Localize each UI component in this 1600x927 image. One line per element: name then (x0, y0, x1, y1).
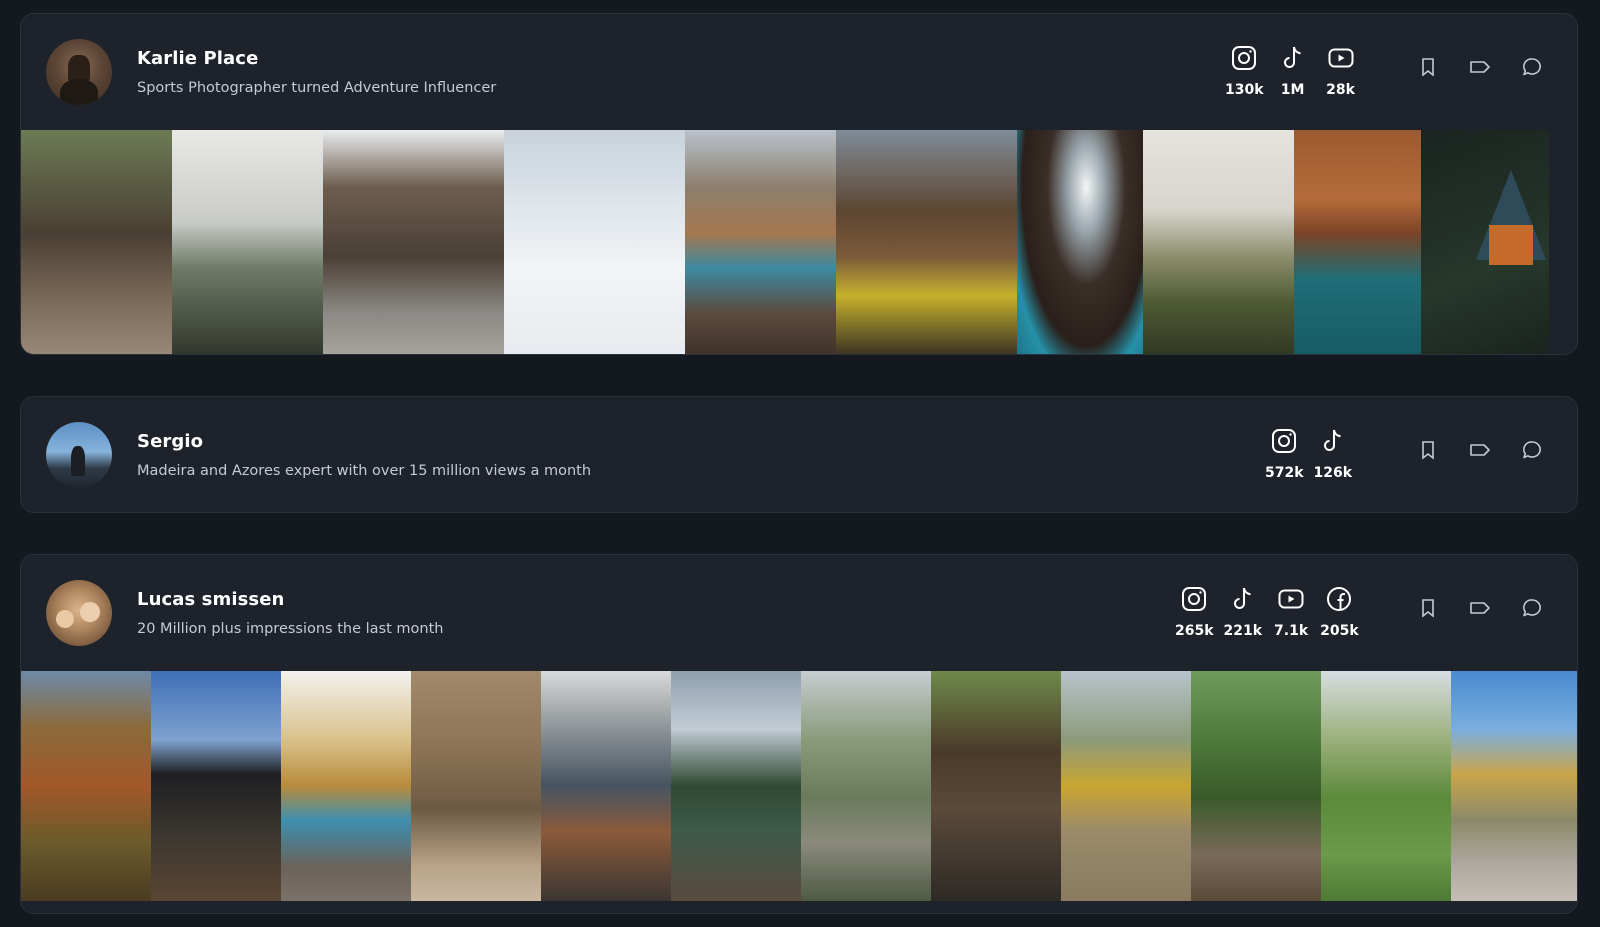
media-strip (21, 671, 1577, 901)
youtube-stat[interactable]: 28k (1322, 44, 1360, 98)
tag-icon (1469, 56, 1491, 82)
card-actions (1417, 58, 1543, 80)
tag-icon (1469, 597, 1491, 623)
instagram-stat[interactable]: 265k (1175, 585, 1214, 639)
card-actions (1417, 599, 1543, 621)
media-thumbnail[interactable] (1191, 671, 1321, 901)
tiktok-icon (1229, 585, 1257, 617)
tag-button[interactable] (1469, 441, 1491, 463)
youtube-stat[interactable]: 7.1k (1272, 585, 1310, 639)
instagram-icon (1270, 427, 1298, 459)
creator-bio: Sports Photographer turned Adventure Inf… (137, 80, 497, 96)
creator-card[interactable]: Lucas smissen 20 Million plus impression… (20, 554, 1578, 914)
media-thumbnail[interactable] (1321, 671, 1451, 901)
media-thumbnail[interactable] (931, 671, 1061, 901)
media-thumbnail[interactable] (1451, 671, 1577, 901)
media-thumbnail[interactable] (323, 130, 504, 354)
bookmark-icon (1417, 439, 1439, 465)
comment-button[interactable] (1521, 599, 1543, 621)
creator-bio: Madeira and Azores expert with over 15 m… (137, 463, 592, 479)
social-stats: 572k 126k (1265, 427, 1352, 481)
media-thumbnail[interactable] (411, 671, 541, 901)
media-thumbnail[interactable] (671, 671, 801, 901)
media-thumbnail[interactable] (151, 671, 281, 901)
media-thumbnail[interactable] (801, 671, 931, 901)
tiktok-icon (1279, 44, 1307, 76)
media-thumbnail[interactable] (1017, 130, 1143, 354)
follower-count: 130k (1225, 82, 1264, 98)
instagram-stat[interactable]: 572k (1265, 427, 1304, 481)
tiktok-stat[interactable]: 1M (1274, 44, 1312, 98)
media-thumbnail[interactable] (504, 130, 685, 354)
youtube-icon (1327, 44, 1355, 76)
creator-bio: 20 Million plus impressions the last mon… (137, 621, 444, 637)
bookmark-icon (1417, 597, 1439, 623)
creator-name[interactable]: Sergio (137, 431, 203, 452)
avatar[interactable] (46, 39, 112, 105)
media-thumbnail[interactable] (685, 130, 836, 354)
follower-count: 7.1k (1274, 623, 1309, 639)
tag-icon (1469, 439, 1491, 465)
instagram-stat[interactable]: 130k (1225, 44, 1264, 98)
media-thumbnail[interactable] (541, 671, 671, 901)
bookmark-button[interactable] (1417, 599, 1439, 621)
tag-button[interactable] (1469, 599, 1491, 621)
tiktok-stat[interactable]: 126k (1313, 427, 1353, 481)
follower-count: 265k (1175, 623, 1214, 639)
media-strip (21, 130, 1577, 354)
follower-count: 28k (1326, 82, 1355, 98)
media-thumbnail[interactable] (1421, 130, 1549, 354)
tiktok-stat[interactable]: 221k (1223, 585, 1263, 639)
facebook-stat[interactable]: 205k (1320, 585, 1359, 639)
follower-count: 205k (1320, 623, 1359, 639)
youtube-icon (1277, 585, 1305, 617)
comment-icon (1521, 597, 1543, 623)
instagram-icon (1180, 585, 1208, 617)
facebook-icon (1325, 585, 1353, 617)
avatar[interactable] (46, 580, 112, 646)
media-thumbnail[interactable] (21, 130, 172, 354)
comment-icon (1521, 439, 1543, 465)
creator-name[interactable]: Karlie Place (137, 48, 258, 69)
comment-icon (1521, 56, 1543, 82)
social-stats: 130k 1M 28k (1225, 44, 1360, 98)
media-thumbnail[interactable] (836, 130, 1017, 354)
creator-card[interactable]: Sergio Madeira and Azores expert with ov… (20, 396, 1578, 513)
media-thumbnail[interactable] (172, 130, 323, 354)
media-thumbnail[interactable] (1061, 671, 1191, 901)
comment-button[interactable] (1521, 58, 1543, 80)
media-thumbnail[interactable] (21, 671, 151, 901)
instagram-icon (1230, 44, 1258, 76)
tiktok-icon (1319, 427, 1347, 459)
comment-button[interactable] (1521, 441, 1543, 463)
creator-name[interactable]: Lucas smissen (137, 589, 284, 610)
follower-count: 126k (1313, 465, 1353, 481)
bookmark-button[interactable] (1417, 58, 1439, 80)
follower-count: 1M (1280, 82, 1305, 98)
tag-button[interactable] (1469, 58, 1491, 80)
follower-count: 572k (1265, 465, 1304, 481)
media-thumbnail[interactable] (1294, 130, 1421, 354)
media-thumbnail[interactable] (281, 671, 411, 901)
follower-count: 221k (1223, 623, 1263, 639)
card-actions (1417, 441, 1543, 463)
media-thumbnail[interactable] (1143, 130, 1294, 354)
bookmark-icon (1417, 56, 1439, 82)
avatar[interactable] (46, 422, 112, 488)
bookmark-button[interactable] (1417, 441, 1439, 463)
social-stats: 265k 221k 7.1k 205k (1175, 585, 1359, 639)
creator-card[interactable]: Karlie Place Sports Photographer turned … (20, 13, 1578, 355)
